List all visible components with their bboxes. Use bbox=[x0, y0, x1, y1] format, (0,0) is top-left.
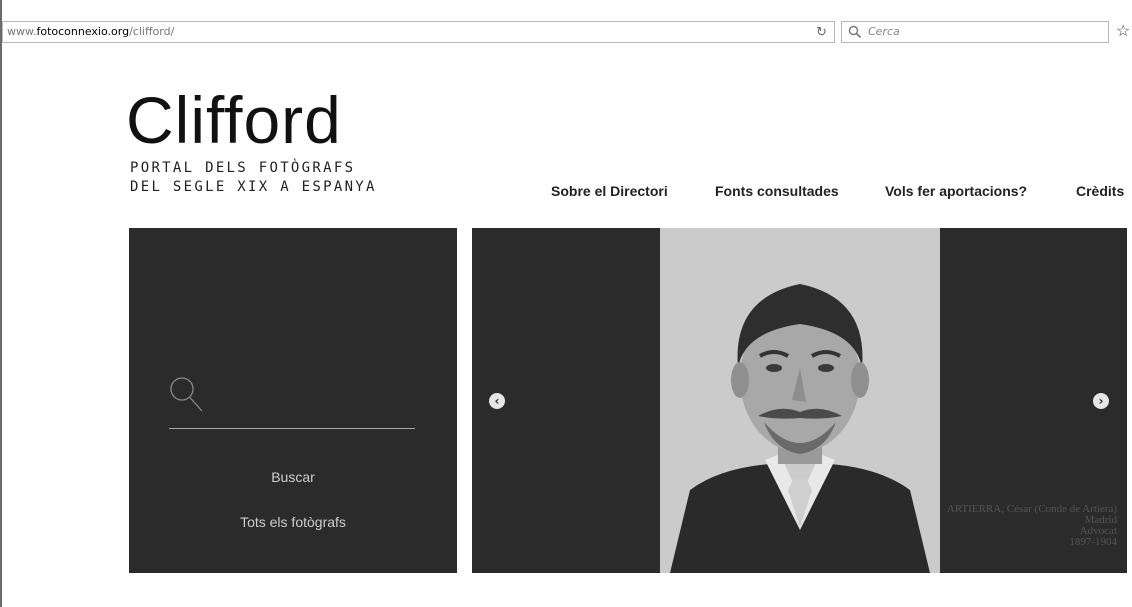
address-bar[interactable]: www.fotoconnexio.org/clifford/ bbox=[2, 21, 835, 43]
search-icon bbox=[848, 25, 862, 39]
chevron-right-icon[interactable]: › bbox=[1093, 393, 1109, 409]
photo-caption: ARTIERRA, César (Conde de Artiera) Madri… bbox=[947, 504, 1117, 548]
nav-sobre-el-directori[interactable]: Sobre el Directori bbox=[551, 183, 668, 199]
search-button[interactable]: Buscar bbox=[129, 469, 457, 485]
reload-icon[interactable]: ↻ bbox=[808, 21, 835, 43]
nav-fonts-consultades[interactable]: Fonts consultades bbox=[715, 183, 839, 199]
browser-toolbar: www.fotoconnexio.org/clifford/ ↻ Cerca ☆ bbox=[0, 0, 1132, 54]
search-placeholder: Cerca bbox=[868, 25, 900, 38]
url-path: /clifford/ bbox=[129, 25, 175, 38]
search-panel: Buscar Tots els fotògrafs bbox=[129, 228, 457, 573]
portrait-photo bbox=[660, 228, 940, 573]
photo-slider: ‹ › ARTIERRA, César (Conde de Artiera) M… bbox=[472, 228, 1127, 573]
site-logo-title[interactable]: Clifford bbox=[126, 80, 342, 160]
url-host: fotoconnexio.org bbox=[36, 25, 130, 38]
logo-subtitle-line1: PORTAL DELS FOTÒGRAFS bbox=[130, 160, 356, 176]
window-edge bbox=[0, 54, 2, 607]
url-prefix: www. bbox=[7, 25, 37, 38]
search-icon[interactable] bbox=[169, 376, 205, 414]
site-logo-subtitle: PORTAL DELS FOTÒGRAFS DEL SEGLE XIX A ES… bbox=[130, 159, 377, 197]
chevron-left-icon[interactable]: ‹ bbox=[489, 393, 505, 409]
all-photographers-link[interactable]: Tots els fotògrafs bbox=[129, 514, 457, 530]
logo-subtitle-line2: DEL SEGLE XIX A ESPANYA bbox=[130, 179, 377, 195]
browser-search-input[interactable]: Cerca bbox=[841, 21, 1109, 43]
nav-vols-fer-aportacions[interactable]: Vols fer aportacions? bbox=[885, 183, 1027, 199]
search-input-underline[interactable] bbox=[169, 428, 415, 429]
nav-credits[interactable]: Crèdits bbox=[1076, 183, 1124, 199]
star-icon[interactable]: ☆ bbox=[1116, 21, 1132, 43]
caption-years: 1897-1904 bbox=[1069, 536, 1117, 548]
